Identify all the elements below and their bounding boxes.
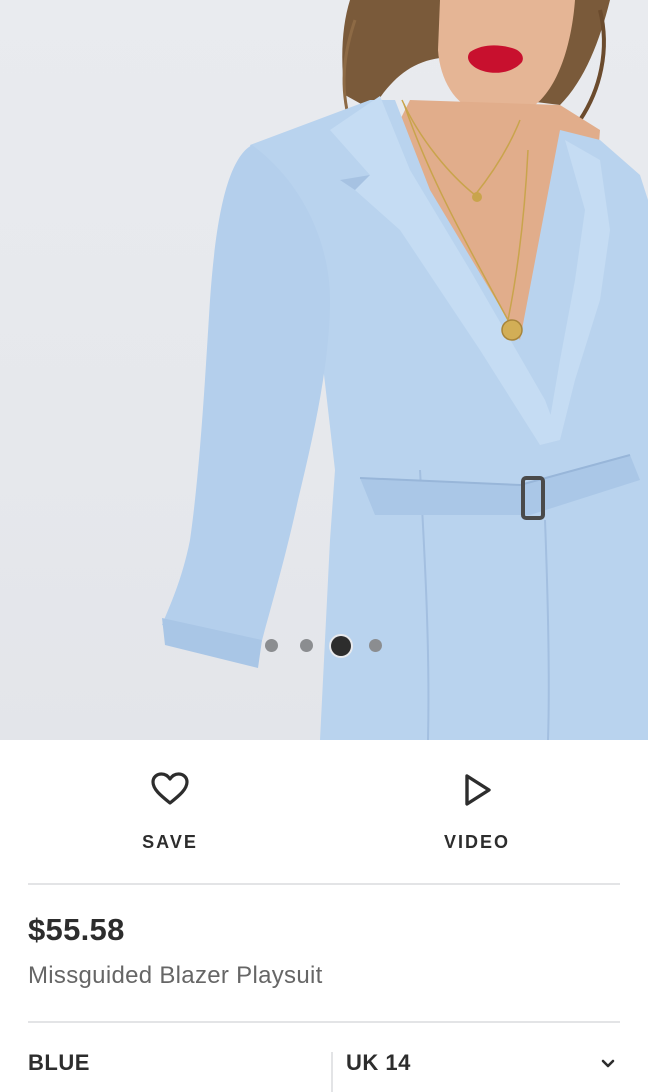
product-photo-illustration — [162, 0, 648, 740]
save-button[interactable]: SAVE — [90, 770, 250, 870]
product-image[interactable] — [0, 0, 648, 740]
save-label: SAVE — [142, 832, 198, 852]
chevron-down-icon — [601, 1059, 615, 1068]
image-carousel-dots — [0, 636, 648, 656]
product-name: Missguided Blazer Playsuit — [28, 962, 323, 989]
product-actions: SAVE VIDEO — [0, 740, 648, 884]
carousel-dot[interactable] — [265, 639, 278, 652]
carousel-dot-active[interactable] — [331, 636, 351, 656]
colour-selector[interactable]: BLUE — [28, 1050, 318, 1090]
size-value: UK 14 — [346, 1050, 411, 1075]
divider — [28, 1021, 620, 1023]
play-icon — [465, 774, 491, 806]
carousel-dot[interactable] — [369, 639, 382, 652]
heart-icon — [151, 772, 189, 805]
video-label: VIDEO — [443, 832, 510, 852]
size-selector[interactable]: UK 14 — [346, 1050, 620, 1090]
carousel-dot[interactable] — [300, 639, 313, 652]
divider — [28, 883, 620, 885]
colour-value: BLUE — [28, 1050, 90, 1075]
product-price: $55.58 — [28, 912, 125, 947]
selector-divider — [331, 1052, 333, 1092]
video-button[interactable]: VIDEO — [397, 770, 557, 870]
